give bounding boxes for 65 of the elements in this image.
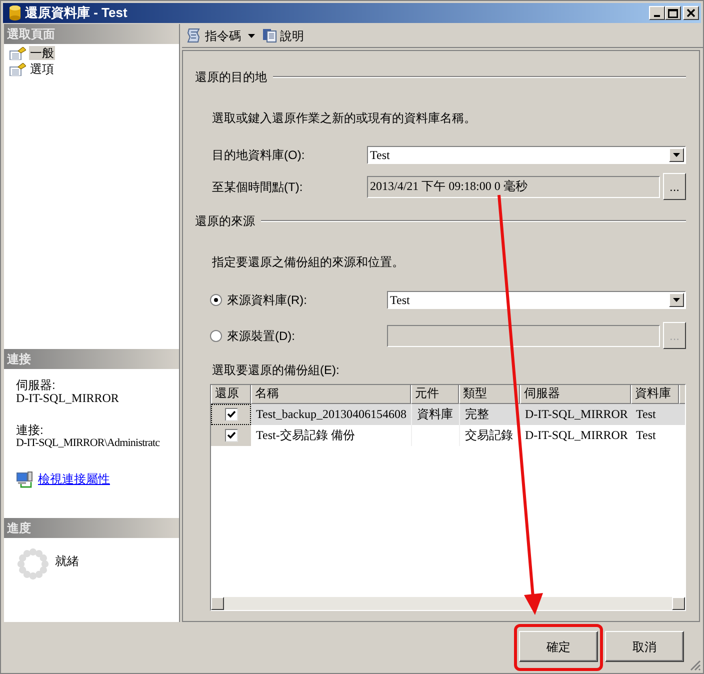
minimize-icon — [654, 15, 660, 17]
column-header[interactable]: 元件 — [411, 385, 459, 404]
dropdown-caret-icon[interactable] — [248, 34, 255, 38]
source-dropdown[interactable]: Test — [387, 291, 686, 309]
table-cell-text: Test — [635, 427, 657, 444]
field-label: 伺服器: — [16, 379, 56, 392]
minimize-button[interactable] — [649, 6, 665, 20]
page-item[interactable]: 一般 — [29, 46, 55, 60]
table-cell-text: D-IT-SQL_MIRROR — [524, 427, 629, 444]
table-caption: 選取要還原的備份組(E): — [212, 362, 340, 377]
section-header: 連接 — [4, 349, 179, 369]
dialog-button[interactable]: 確定 — [519, 631, 598, 662]
column-header[interactable]: 資料庫 — [631, 385, 679, 404]
checkmark-icon — [226, 410, 236, 419]
dropdown-caret-icon — [673, 298, 680, 302]
table-cell-text: Test_backup_20130406154608 — [255, 406, 408, 423]
column-header[interactable]: 類型 — [459, 385, 520, 404]
section-header: 選取頁面 — [4, 24, 179, 44]
page-item[interactable]: 選項 — [29, 62, 55, 76]
checkmark-icon — [226, 431, 236, 440]
field-label: 目的地資料庫(O): — [212, 147, 306, 164]
computer-icon — [16, 470, 34, 488]
browse-button[interactable]: ... — [663, 173, 686, 200]
page-icon — [9, 62, 26, 76]
table-cell: 交易記錄 — [459, 425, 520, 446]
script-button[interactable]: 指令碼 — [185, 26, 242, 46]
table-cell-text: Test — [635, 406, 657, 423]
database-icon — [9, 5, 21, 21]
dialog-button[interactable]: 取消 — [605, 631, 684, 662]
connection-link[interactable]: 檢視連接屬性 — [38, 470, 110, 488]
table-cell-text: Test-交易記錄 備份 — [255, 427, 356, 444]
checkbox[interactable] — [224, 408, 238, 421]
resize-grip-icon[interactable] — [689, 659, 701, 671]
document-icon — [262, 28, 277, 43]
section-title: 還原的來源 — [195, 213, 255, 230]
spinner-icon — [17, 548, 49, 580]
field-label: 至某個時間點(T): — [212, 178, 304, 196]
column-header[interactable]: 名稱 — [251, 385, 411, 404]
server-name: D-IT-SQL_MIRROR — [16, 392, 120, 405]
table-cell-text: D-IT-SQL_MIRROR — [524, 406, 629, 423]
maximize-icon — [668, 8, 678, 18]
database-dropdown[interactable]: Test — [367, 146, 686, 164]
connection-name: D-IT-SQL_MIRROR\Administratc — [16, 437, 160, 450]
column-header[interactable] — [679, 385, 685, 404]
column-header[interactable]: 還原 — [211, 385, 251, 404]
horizontal-scrollbar[interactable] — [211, 597, 685, 610]
scroll-icon — [186, 28, 202, 43]
close-button[interactable] — [683, 6, 699, 20]
section-title: 還原的目的地 — [195, 69, 267, 86]
section-header: 進度 — [4, 518, 179, 538]
radio-option[interactable]: 來源資料庫(R): — [210, 291, 384, 309]
column-header[interactable]: 伺服器 — [520, 385, 631, 404]
page-icon — [9, 46, 26, 60]
close-icon — [687, 9, 695, 17]
dropdown-caret-icon — [673, 153, 680, 157]
table-row[interactable]: Test_backup_20130406154608 資料庫 完整 D-IT-SQL_MIRROR Test — [211, 404, 685, 425]
instruction-text: 指定要還原之備份組的來源和位置。 — [212, 254, 405, 269]
field-label: 連接: — [16, 424, 44, 437]
checkbox[interactable] — [224, 429, 238, 442]
help-button[interactable]: 說明 — [261, 26, 305, 46]
window-title: 還原資料庫 - Test — [25, 4, 128, 22]
instruction-text: 選取或鍵入還原作業之新的或現有的資料庫名稱。 — [212, 110, 477, 125]
datetime-field[interactable]: 2013/4/21 下午 09:18:00 0 毫秒 — [367, 176, 660, 198]
status-text: 就緒 — [55, 553, 79, 566]
maximize-button[interactable] — [665, 6, 681, 20]
